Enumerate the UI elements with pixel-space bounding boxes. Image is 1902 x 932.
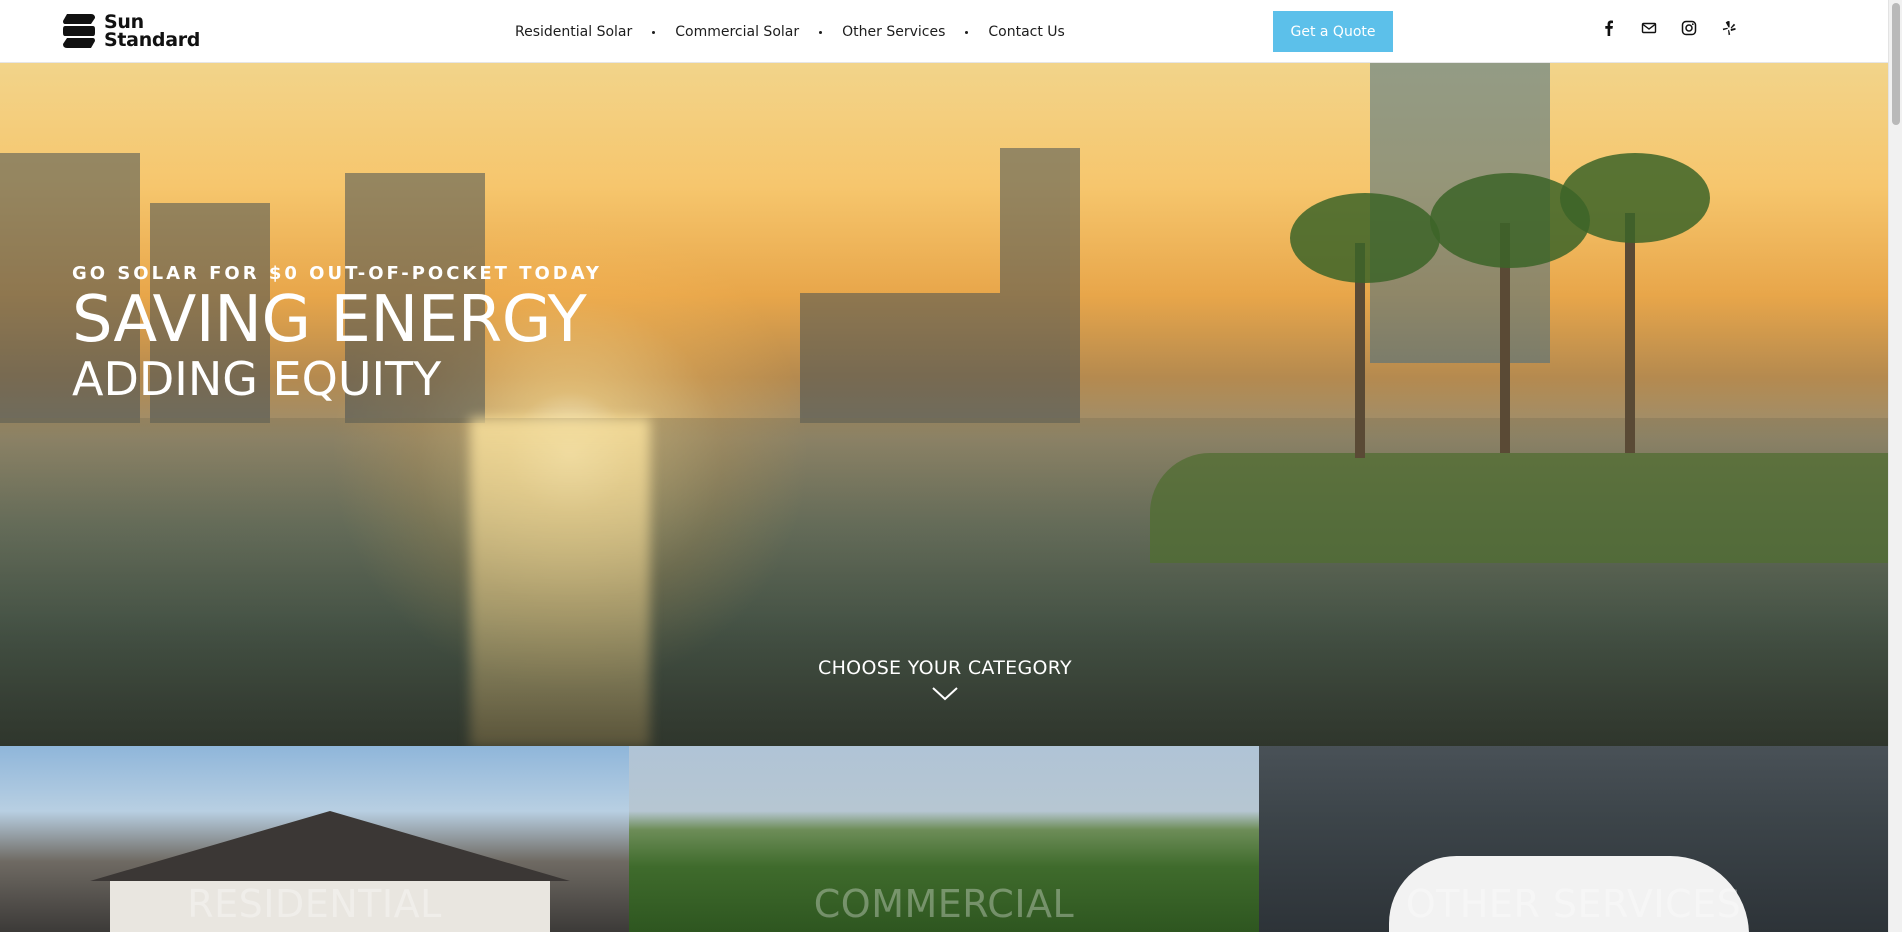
hero-park-island xyxy=(1150,453,1888,563)
hero-sun-reflection xyxy=(470,418,650,746)
nav-separator xyxy=(819,30,823,34)
yelp-icon[interactable] xyxy=(1720,19,1738,37)
category-tile-other-services[interactable]: OTHER SERVICES xyxy=(1259,746,1888,932)
hero-palm-crown xyxy=(1560,153,1710,243)
nav-separator xyxy=(965,30,969,34)
category-tile-commercial[interactable]: COMMERCIAL xyxy=(629,746,1259,932)
page-scrollbar[interactable] xyxy=(1888,0,1902,932)
nav-other-services[interactable]: Other Services xyxy=(842,24,945,40)
nav-commercial-solar[interactable]: Commercial Solar xyxy=(675,24,799,40)
hero-skyline-building xyxy=(1000,148,1080,423)
hero-palm-crown xyxy=(1290,193,1440,283)
chevron-down-icon xyxy=(932,687,958,701)
category-label-commercial: COMMERCIAL xyxy=(813,882,1075,926)
scrollbar-thumb[interactable] xyxy=(1892,3,1900,125)
category-label-residential: RESIDENTIAL xyxy=(187,882,442,926)
hero-subtitle: ADDING EQUITY xyxy=(72,352,442,406)
email-icon[interactable] xyxy=(1640,19,1658,37)
category-label-other-services: OTHER SERVICES xyxy=(1405,882,1742,926)
instagram-icon[interactable] xyxy=(1680,19,1698,37)
hero-banner: GO SOLAR FOR $0 OUT-OF-POCKET TODAY SAVI… xyxy=(0,63,1888,746)
site-header: Sun Standard Residential Solar Commercia… xyxy=(0,0,1888,63)
main-nav: Residential Solar Commercial Solar Other… xyxy=(515,20,1065,44)
choose-category-cta[interactable]: CHOOSE YOUR CATEGORY xyxy=(805,657,1085,701)
hero-title: SAVING ENERGY xyxy=(72,283,587,357)
hero-kicker: GO SOLAR FOR $0 OUT-OF-POCKET TODAY xyxy=(72,263,602,284)
hero-palm-trunk xyxy=(1625,213,1635,453)
category-tile-residential[interactable]: RESIDENTIAL xyxy=(0,746,629,932)
nav-residential-solar[interactable]: Residential Solar xyxy=(515,24,632,40)
choose-category-label: CHOOSE YOUR CATEGORY xyxy=(818,657,1072,679)
facebook-icon[interactable] xyxy=(1600,19,1618,37)
category-tiles: RESIDENTIAL COMMERCIAL OTHER SERVICES xyxy=(0,746,1888,932)
brand-name: Sun Standard xyxy=(104,13,201,51)
brand-name-line2: Standard xyxy=(104,29,201,51)
social-links xyxy=(1600,19,1760,37)
residential-house-roof xyxy=(90,811,570,881)
hero-copy: GO SOLAR FOR $0 OUT-OF-POCKET TODAY SAVI… xyxy=(72,263,602,404)
nav-separator xyxy=(652,30,656,34)
nav-contact-us[interactable]: Contact Us xyxy=(988,24,1064,40)
hero-skyline-building xyxy=(800,293,1000,423)
brand-logo[interactable]: Sun Standard xyxy=(61,12,200,50)
get-a-quote-button[interactable]: Get a Quote xyxy=(1273,11,1393,52)
sun-standard-logo-icon xyxy=(63,14,95,48)
